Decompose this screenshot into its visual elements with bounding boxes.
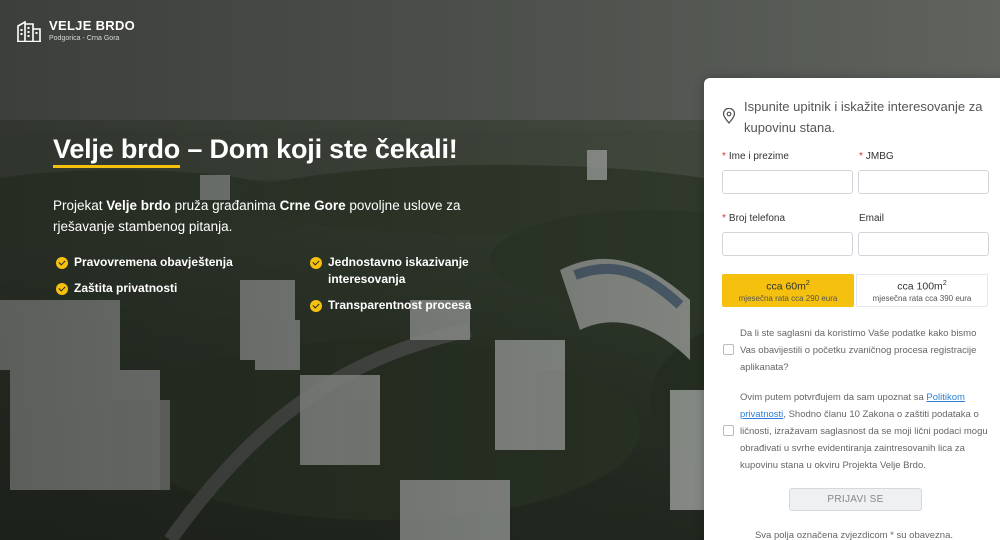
hero-description: Projekat Velje brdo pruža građanima Crne… (53, 195, 523, 237)
option-rate: mjesečna rata cca 390 eura (872, 293, 972, 303)
check-icon (310, 300, 322, 312)
apartment-option-100[interactable]: cca 100m2 mjesečna rata cca 390 eura (856, 274, 988, 307)
option-rate: mjesečna rata cca 290 eura (738, 293, 838, 303)
hero-text-bold-country: Crne Gore (279, 198, 346, 213)
feature-label: Pravovremena obavještenja (74, 255, 233, 269)
feature-label: Zaštita privatnosti (74, 281, 178, 295)
consent-privacy-checkbox[interactable] (723, 425, 734, 436)
building-icon (17, 20, 41, 42)
option-area-unit: 2 (805, 280, 810, 288)
form-title: Ispunite upitnik i iskažite interesovanj… (744, 99, 983, 135)
consent-notify-checkbox[interactable] (723, 344, 734, 355)
name-label: * Ime i prezime (722, 151, 789, 162)
feature-label: Jednostavno iskazivanje interesovanja (328, 255, 469, 286)
required-mark: * (859, 151, 863, 162)
phone-label-text: Broj telefona (728, 213, 786, 224)
check-icon (56, 283, 68, 295)
consent-privacy-text: Ovim putem potvrđujem da sam upoznat sa … (740, 389, 994, 474)
option-area: cca 100m2 (897, 278, 946, 293)
feature-label: Transparentnost procesa (328, 298, 472, 312)
hero-text-part: pruža građanima (170, 198, 280, 213)
email-input[interactable] (858, 232, 989, 256)
feature-item: Pravovremena obavještenja (56, 254, 256, 271)
check-icon (56, 257, 68, 269)
form-header: Ispunite upitnik i iskažite interesovanj… (722, 96, 992, 138)
email-label: Email (859, 213, 885, 224)
hero-text-part: Projekat (53, 198, 107, 213)
jmbg-input[interactable] (858, 170, 989, 194)
name-label-text: Ime i prezime (728, 151, 789, 162)
jmbg-label-text: JMBG (865, 151, 894, 162)
feature-item: Jednostavno iskazivanje interesovanja (310, 254, 510, 288)
name-input[interactable] (722, 170, 853, 194)
location-pin-icon (722, 108, 736, 124)
required-mark: * (722, 213, 726, 224)
option-area-value: cca 100m (897, 280, 943, 293)
brand-name: VELJE BRDO (49, 18, 136, 33)
check-icon (310, 257, 322, 269)
jmbg-label: * JMBG (859, 151, 894, 162)
feature-item: Transparentnost procesa (310, 297, 510, 314)
option-area-value: cca 60m (766, 280, 806, 293)
required-mark: * (722, 151, 726, 162)
brand-location: Podgorica - Crna Gora (49, 35, 120, 42)
interest-form-panel: Ispunite upitnik i iskažite interesovanj… (704, 78, 1000, 540)
consent-notify-text: Da li ste saglasni da koristimo Vaše pod… (740, 328, 977, 373)
consent-privacy-part: Ovim putem potvrđujem da sam upoznat sa (740, 392, 927, 403)
required-fields-note: Sva polja označena zvjezdicom * su obave… (754, 530, 954, 540)
phone-input[interactable] (722, 232, 853, 256)
apartment-option-60[interactable]: cca 60m2 mjesečna rata cca 290 eura (722, 274, 854, 307)
feature-item: Zaštita privatnosti (56, 280, 256, 297)
option-area: cca 60m2 (766, 278, 810, 293)
option-area-unit: 2 (942, 280, 947, 288)
hero-title: Velje brdo – Dom koji ste čekali! (53, 134, 458, 168)
hero-title-rest: – Dom koji ste čekali! (180, 134, 458, 164)
hero-text-bold-project: Velje brdo (106, 198, 171, 213)
brand-logo[interactable]: VELJE BRDO Podgorica - Crna Gora (17, 19, 135, 42)
submit-button[interactable]: PRIJAVI SE (789, 488, 922, 511)
phone-label: * Broj telefona (722, 213, 785, 224)
hero-title-highlight: Velje brdo (53, 134, 180, 168)
